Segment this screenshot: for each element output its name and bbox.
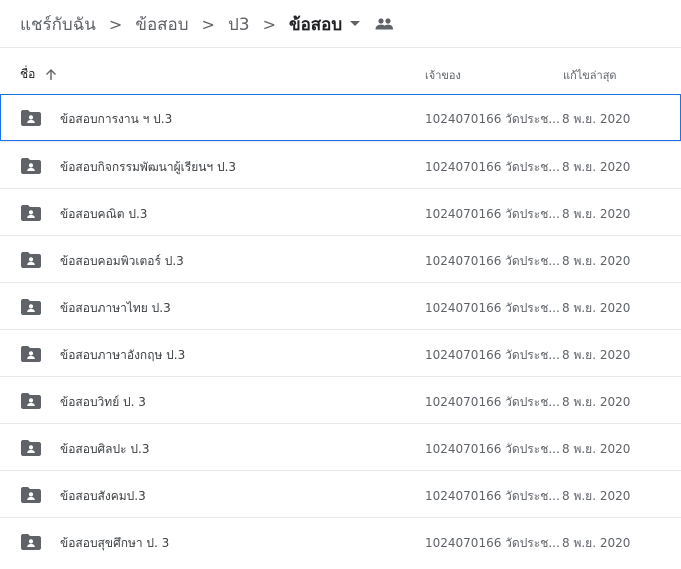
table-row[interactable]: ข้อสอบสุขศึกษา ป. 3 1024070166 วัดประช..… [0, 517, 681, 564]
column-header-modified[interactable]: แก้ไขล่าสุด [563, 66, 617, 84]
table-row[interactable]: ข้อสอบภาษาไทย ป.3 1024070166 วัดประช... … [0, 282, 681, 329]
breadcrumb-item-p3[interactable]: ป3 [228, 11, 250, 38]
file-owner: 1024070166 วัดประช... [425, 442, 560, 456]
column-header: ชื่อ เจ้าของ แก้ไขล่าสุด [0, 48, 681, 95]
file-modified-date: 8 พ.ย. 2020 [562, 489, 631, 503]
drive-file-list: แชร์กับฉัน > ข้อสอบ > ป3 > ข้อสอบ ชื่อ เ… [0, 0, 681, 569]
shared-folder-icon [21, 299, 41, 315]
file-owner: 1024070166 วัดประช... [425, 395, 560, 409]
breadcrumb-separator: > [262, 14, 276, 34]
breadcrumb-current-folder[interactable]: ข้อสอบ [289, 11, 342, 38]
table-row[interactable]: ข้อสอบวิทย์ ป. 3 1024070166 วัดประช... 8… [0, 376, 681, 423]
shared-folder-icon [21, 440, 41, 456]
shared-folder-icon [21, 487, 41, 503]
table-row[interactable]: ข้อสอบกิจกรรมพัฒนาผู้เรียนฯ ป.3 10240701… [0, 141, 681, 188]
breadcrumb-item-shared[interactable]: แชร์กับฉัน [20, 11, 96, 38]
file-modified-date: 8 พ.ย. 2020 [562, 207, 631, 221]
file-modified-date: 8 พ.ย. 2020 [562, 112, 631, 126]
file-name: ข้อสอบการงาน ฯ ป.3 [60, 112, 173, 126]
shared-folder-icon [21, 110, 41, 126]
file-name: ข้อสอบกิจกรรมพัฒนาผู้เรียนฯ ป.3 [60, 160, 237, 174]
breadcrumb: แชร์กับฉัน > ข้อสอบ > ป3 > ข้อสอบ [20, 0, 680, 48]
file-owner: 1024070166 วัดประช... [425, 112, 560, 126]
table-row[interactable]: ข้อสอบศิลปะ ป.3 1024070166 วัดประช... 8 … [0, 423, 681, 470]
file-modified-date: 8 พ.ย. 2020 [562, 301, 631, 315]
file-modified-date: 8 พ.ย. 2020 [562, 348, 631, 362]
breadcrumb-separator: > [108, 14, 123, 34]
file-owner: 1024070166 วัดประช... [425, 536, 560, 550]
table-row[interactable]: ข้อสอบสังคมป.3 1024070166 วัดประช... 8 พ… [0, 470, 681, 517]
file-modified-date: 8 พ.ย. 2020 [562, 395, 631, 409]
table-row[interactable]: ข้อสอบภาษาอังกฤษ ป.3 1024070166 วัดประช.… [0, 329, 681, 376]
people-icon[interactable] [374, 17, 394, 31]
shared-folder-icon [21, 158, 41, 174]
file-name: ข้อสอบภาษาไทย ป.3 [60, 301, 171, 315]
shared-folder-icon [21, 252, 41, 268]
shared-folder-icon [21, 205, 41, 221]
file-owner: 1024070166 วัดประช... [425, 348, 560, 362]
shared-folder-icon [21, 534, 41, 550]
file-owner: 1024070166 วัดประช... [425, 489, 560, 503]
column-header-name[interactable]: ชื่อ [20, 65, 57, 84]
table-row[interactable]: ข้อสอบการงาน ฯ ป.3 1024070166 วัดประช...… [0, 94, 681, 141]
file-name: ข้อสอบคอมพิวเตอร์ ป.3 [60, 254, 184, 268]
file-modified-date: 8 พ.ย. 2020 [562, 536, 631, 550]
shared-folder-icon [21, 346, 41, 362]
table-row[interactable]: ข้อสอบคณิต ป.3 1024070166 วัดประช... 8 พ… [0, 188, 681, 235]
file-owner: 1024070166 วัดประช... [425, 160, 560, 174]
file-name: ข้อสอบภาษาอังกฤษ ป.3 [60, 348, 186, 362]
arrow-up-icon[interactable] [45, 68, 57, 81]
breadcrumb-item-exams[interactable]: ข้อสอบ [135, 11, 188, 38]
table-row[interactable]: ข้อสอบคอมพิวเตอร์ ป.3 1024070166 วัดประช… [0, 235, 681, 282]
file-list: ข้อสอบการงาน ฯ ป.3 1024070166 วัดประช...… [0, 94, 681, 564]
column-header-name-label: ชื่อ [20, 67, 36, 81]
file-name: ข้อสอบคณิต ป.3 [60, 207, 148, 221]
chevron-down-icon[interactable] [350, 21, 361, 27]
file-name: ข้อสอบสุขศึกษา ป. 3 [60, 536, 170, 550]
file-modified-date: 8 พ.ย. 2020 [562, 254, 631, 268]
file-modified-date: 8 พ.ย. 2020 [562, 160, 631, 174]
file-name: ข้อสอบสังคมป.3 [60, 489, 146, 503]
file-owner: 1024070166 วัดประช... [425, 301, 560, 315]
file-modified-date: 8 พ.ย. 2020 [562, 442, 631, 456]
file-name: ข้อสอบวิทย์ ป. 3 [60, 395, 146, 409]
breadcrumb-separator: > [201, 14, 215, 34]
file-name: ข้อสอบศิลปะ ป.3 [60, 442, 150, 456]
shared-folder-icon [21, 393, 41, 409]
file-owner: 1024070166 วัดประช... [425, 254, 560, 268]
file-owner: 1024070166 วัดประช... [425, 207, 560, 221]
column-header-owner[interactable]: เจ้าของ [425, 66, 461, 84]
